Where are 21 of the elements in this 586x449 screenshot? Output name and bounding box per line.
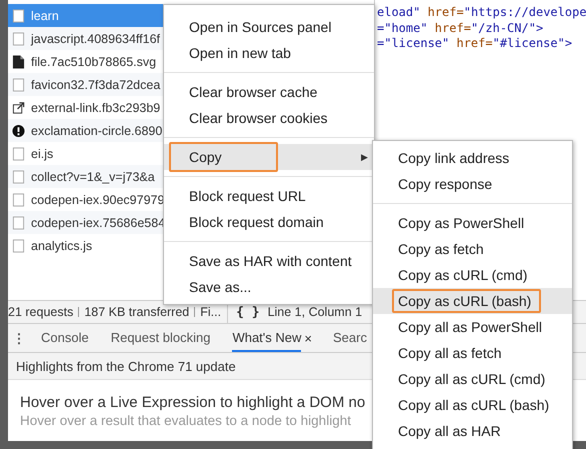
feature-heading: Hover over a Live Expression to highlight a DOM no	[20, 394, 366, 411]
request-name: exclamation-circle.6890	[31, 124, 162, 138]
cursor-position: Line 1, Column 1	[268, 305, 362, 319]
request-name: ei.js	[31, 146, 54, 160]
request-name: external-link.fb3c293b9	[31, 100, 160, 114]
code-line: ="home" href="/zh-CN/">	[377, 20, 544, 36]
request-name: analytics.js	[31, 238, 92, 252]
request-name: codepen-iex.90ec97979	[31, 192, 164, 206]
request-name: favicon32.7f3da72dcea	[31, 78, 160, 92]
code-line: eload" href="https://develope	[377, 5, 586, 20]
status-text: Fi...	[200, 305, 222, 319]
request-name: learn	[31, 8, 59, 22]
request-name: collect?v=1&_v=j73&a	[31, 170, 155, 184]
submenu-arrow: ▶	[361, 152, 368, 162]
request-name: file.7ac510b78865.svg	[31, 54, 156, 68]
code-line: ="license" href="#license">	[377, 36, 574, 52]
status-text: 21 requests	[8, 305, 74, 319]
request-name: javascript.4089634ff16f	[31, 32, 160, 46]
request-name: codepen-iex.75686e584	[31, 216, 166, 230]
feature-description: Hover over a result that evaluates to a node to highlight	[20, 413, 351, 428]
status-text: 187 KB transferred	[84, 305, 190, 319]
